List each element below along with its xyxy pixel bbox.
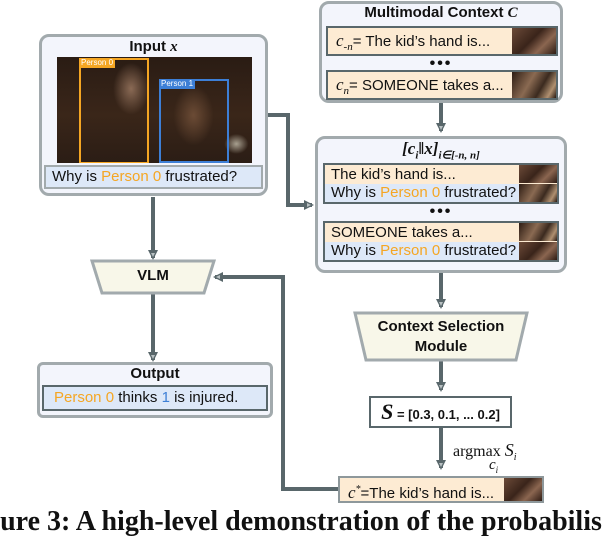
context-thumbnail <box>512 28 556 54</box>
context-thumbnail <box>519 165 557 183</box>
input-thumbnail <box>519 242 557 260</box>
input-panel-title: Input x <box>129 38 178 55</box>
argmax-annotation: argmax Si ci <box>453 440 517 475</box>
selected-thumbnail <box>504 478 542 501</box>
concatenated-inputs-panel: [ci‖x]i∈[-n, n] The kid’s hand is... Why… <box>315 136 567 273</box>
figure-caption: ure 3: A high-level demonstration of the… <box>0 506 602 537</box>
output-panel: Output Person 0 thinks 1 is injured. <box>37 362 273 418</box>
context-selection-module: Context Selection Module <box>353 311 529 362</box>
input-thumbnail <box>519 184 557 202</box>
ellipsis: ••• <box>429 55 453 72</box>
vlm-module: VLM <box>90 259 216 295</box>
concat-context-text: The kid’s hand is... <box>331 166 456 183</box>
context-item-last: cn= SOMEONE takes a... <box>326 70 558 100</box>
ellipsis: ••• <box>429 203 453 220</box>
bounding-box-person-1: Person 1 <box>159 79 229 163</box>
bbox-label-person-0: Person 0 <box>79 58 116 68</box>
context-thumbnail <box>512 72 556 98</box>
concat-pair-last: SOMEONE takes a... Why is Person 0 frust… <box>323 221 559 262</box>
selected-context: c*=The kid’s hand is... <box>338 476 544 503</box>
scores-box: S = [0.3, 0.1, ... 0.2] <box>369 396 512 428</box>
csm-label-line1: Context Selection <box>377 318 505 335</box>
output-answer: Person 0 thinks 1 is injured. <box>42 385 268 411</box>
scores-values: = [0.3, 0.1, ... 0.2] <box>393 407 500 422</box>
bounding-box-person-0: Person 0 <box>79 58 149 163</box>
multimodal-context-panel: Multimodal Context C c-n= The kid’s hand… <box>319 1 563 103</box>
context-item-first: c-n= The kid’s hand is... <box>326 26 558 56</box>
vlm-label: VLM <box>137 267 169 284</box>
input-question: Why is Person 0 frustrated? <box>44 165 263 189</box>
context-thumbnail <box>519 223 557 241</box>
concat-pair-first: The kid’s hand is... Why is Person 0 fru… <box>323 163 559 204</box>
input-panel: Input x Person 0 Person 1 Why is Person … <box>39 34 268 196</box>
bbox-label-person-1: Person 1 <box>159 79 196 89</box>
arrow-input-to-concat <box>268 113 314 210</box>
csm-label-line2: Module <box>414 338 468 355</box>
concat-context-text: SOMEONE takes a... <box>331 224 473 241</box>
output-panel-title: Output <box>130 365 180 382</box>
concat-panel-title: [ci‖x]i∈[-n, n] <box>402 139 480 162</box>
scores-var: S <box>381 399 394 424</box>
context-panel-title: Multimodal Context C <box>364 4 518 21</box>
input-image: Person 0 Person 1 <box>57 57 252 163</box>
